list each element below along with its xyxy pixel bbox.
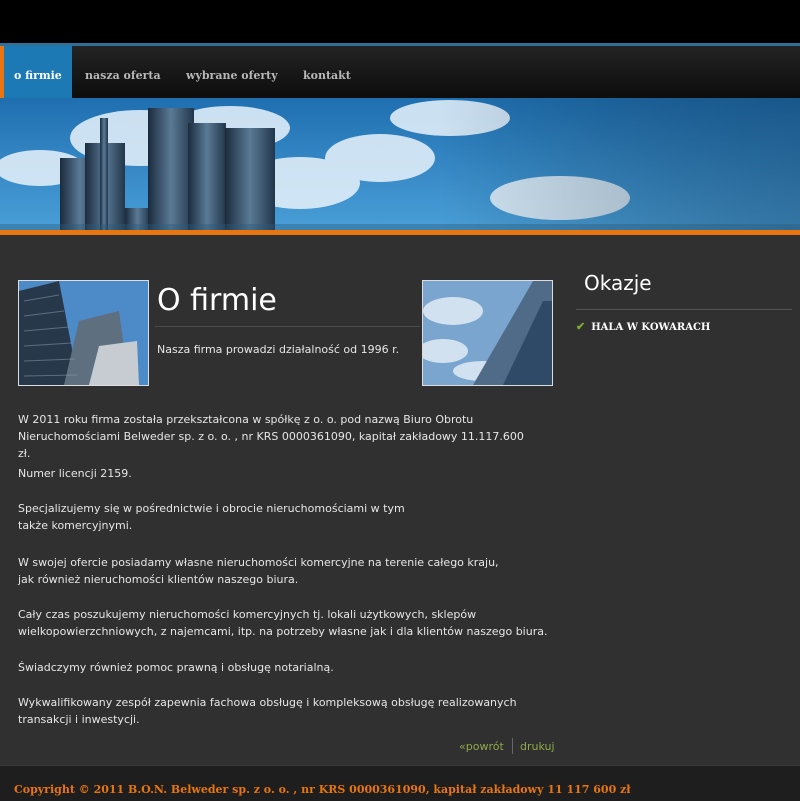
skyline-banner-image (0, 98, 800, 230)
paragraph-license: Numer licencji 2159. (18, 467, 132, 480)
paragraph-company-history: W 2011 roku firma została przekształcona… (18, 413, 524, 460)
copyright-text: Copyright © 2011 B.O.N. Belweder sp. z o… (14, 783, 631, 796)
checkmark-icon: ✔ (576, 320, 586, 333)
paragraph-offer: W swojej ofercie posiadamy własne nieruc… (18, 556, 499, 586)
paragraph-legal-help: Świadczymy również pomoc prawną i obsług… (18, 661, 334, 674)
back-link[interactable]: «powrót (459, 740, 504, 753)
page-title: O firmie (157, 283, 277, 318)
intro-text: Nasza firma prowadzi działalność od 1996… (157, 343, 400, 356)
nav-item-kontakt[interactable]: kontakt (303, 46, 351, 98)
sidebar-item-hala-w-kowarach[interactable]: ✔ HALA W KOWARACH (576, 320, 710, 333)
sidebar-divider (576, 309, 792, 310)
nav-item-wybrane-oferty[interactable]: wybrane oferty (186, 46, 278, 98)
title-divider (155, 326, 420, 327)
header-banner (0, 98, 800, 230)
links-divider (512, 738, 513, 754)
glass-tower-thumbnail (422, 280, 553, 386)
top-bar (0, 0, 800, 43)
office-building-thumbnail (18, 280, 149, 386)
paragraph-search: Cały czas poszukujemy nieruchomości kome… (18, 608, 548, 638)
nav-item-nasza-oferta[interactable]: nasza oferta (85, 46, 161, 98)
nav-item-o-firmie[interactable]: o firmie (0, 46, 72, 98)
sidebar-title: Okazje (584, 271, 652, 295)
print-link[interactable]: drukuj (520, 740, 555, 753)
main-nav: o firmie nasza oferta wybrane oferty kon… (0, 46, 800, 98)
paragraph-team: Wykwalifikowany zespół zapewnia fachowa … (18, 696, 517, 726)
paragraph-specialization: Specjalizujemy się w pośrednictwie i obr… (18, 502, 405, 532)
sidebar-item-label: HALA W KOWARACH (591, 322, 711, 333)
